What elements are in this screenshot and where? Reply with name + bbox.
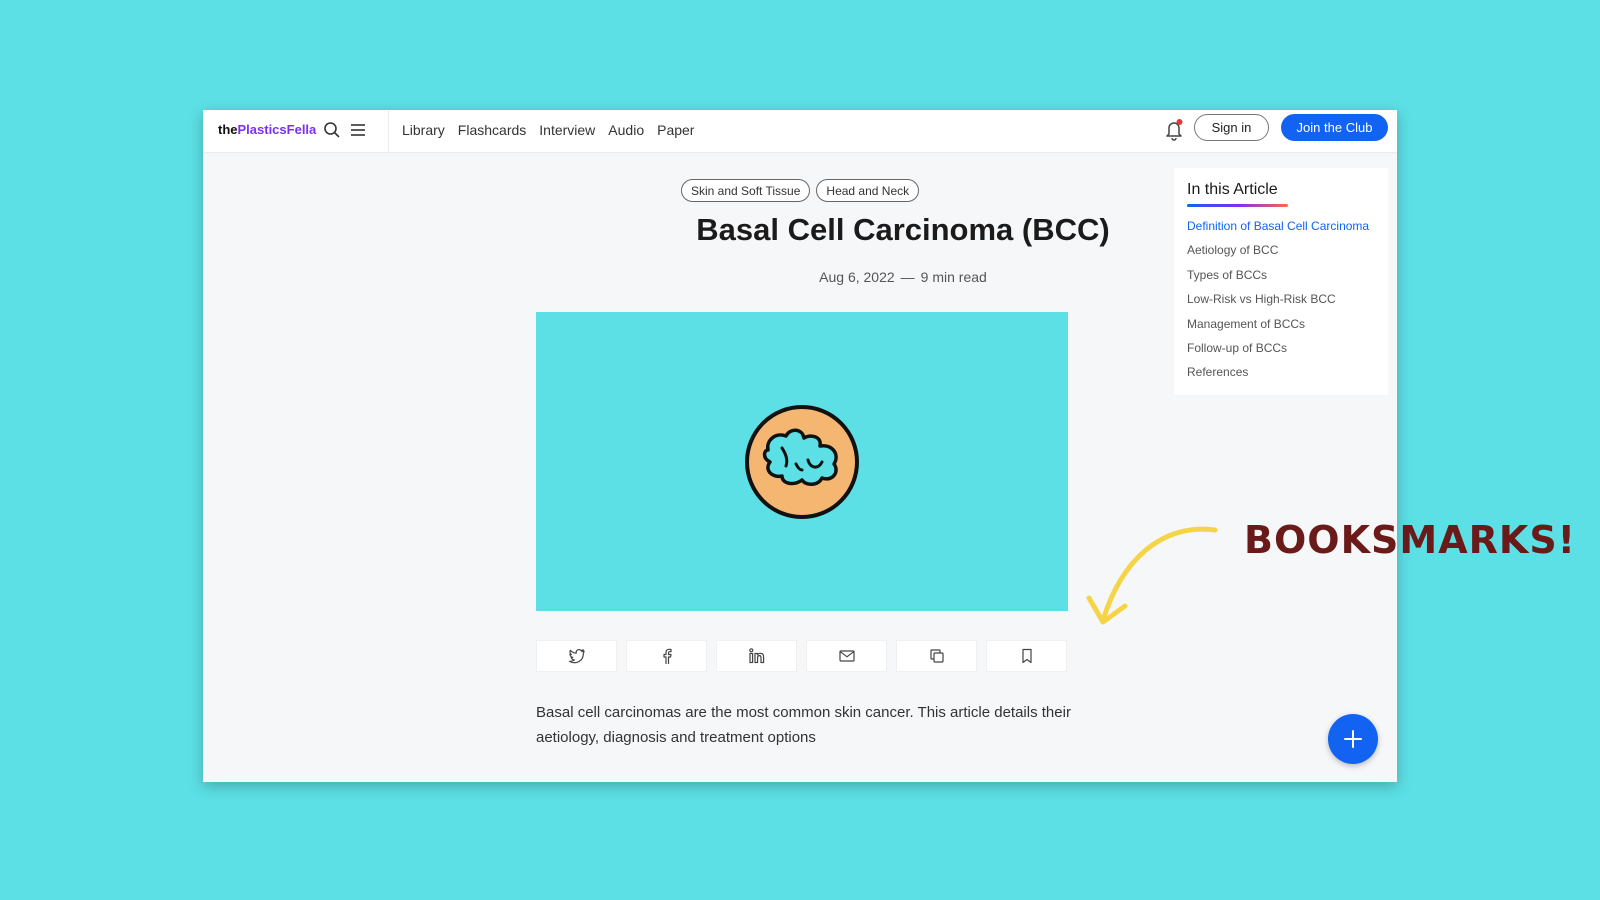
nav-audio[interactable]: Audio xyxy=(608,122,644,138)
tag-head-neck[interactable]: Head and Neck xyxy=(816,179,920,202)
toc-item-risk[interactable]: Low-Risk vs High-Risk BCC xyxy=(1187,291,1375,315)
facebook-icon xyxy=(662,648,672,664)
browser-window: thePlasticsFella Library Flashcards Inte… xyxy=(203,110,1397,782)
cell-illustration-icon xyxy=(745,405,859,519)
share-email-button[interactable] xyxy=(806,640,887,672)
logo-brand: PlasticsFella xyxy=(237,122,317,137)
search-icon[interactable] xyxy=(322,120,342,140)
toc-item-definition[interactable]: Definition of Basal Cell Carcinoma xyxy=(1187,218,1375,242)
annotation-arrow-icon xyxy=(1086,526,1218,625)
publish-date: Aug 6, 2022 xyxy=(819,269,895,285)
hero-image xyxy=(536,312,1068,611)
article-meta: Aug 6, 2022 — 9 min read xyxy=(603,269,1203,285)
bookmark-button[interactable] xyxy=(986,640,1067,672)
nav-flashcards[interactable]: Flashcards xyxy=(458,122,526,138)
site-logo[interactable]: thePlasticsFella xyxy=(218,122,316,137)
sign-in-button[interactable]: Sign in xyxy=(1194,114,1269,141)
share-twitter-button[interactable] xyxy=(536,640,617,672)
bookmarks-annotation: BOOKSMARKS! xyxy=(1244,518,1577,562)
add-fab-button[interactable] xyxy=(1328,714,1378,764)
nav-interview[interactable]: Interview xyxy=(539,122,595,138)
bell-icon[interactable] xyxy=(1163,118,1185,142)
share-facebook-button[interactable] xyxy=(626,640,707,672)
nav-paper[interactable]: Paper xyxy=(657,122,694,138)
toc-underline xyxy=(1187,204,1288,207)
tag-list: Skin and Soft Tissue Head and Neck xyxy=(681,179,920,202)
toc-item-types[interactable]: Types of BCCs xyxy=(1187,267,1375,291)
table-of-contents: In this Article Definition of Basal Cell… xyxy=(1174,168,1388,395)
toc-item-follow-up[interactable]: Follow-up of BCCs xyxy=(1187,340,1375,364)
toc-title: In this Article xyxy=(1187,181,1278,198)
copy-link-button[interactable] xyxy=(896,640,977,672)
menu-icon[interactable] xyxy=(348,120,368,140)
nav-divider xyxy=(388,110,389,153)
bookmark-icon xyxy=(1021,648,1032,664)
share-linkedin-button[interactable] xyxy=(716,640,797,672)
join-club-button[interactable]: Join the Club xyxy=(1281,114,1388,141)
linkedin-icon xyxy=(748,648,764,664)
logo-prefix: the xyxy=(218,122,238,137)
meta-separator: — xyxy=(900,269,915,285)
nav-library[interactable]: Library xyxy=(402,122,445,138)
mail-icon xyxy=(838,650,855,662)
article-intro: Basal cell carcinomas are the most commo… xyxy=(536,704,1071,746)
plus-icon xyxy=(1344,730,1362,748)
top-bar: thePlasticsFella Library Flashcards Inte… xyxy=(203,110,1397,153)
toc-item-management[interactable]: Management of BCCs xyxy=(1187,316,1375,340)
read-time: 9 min read xyxy=(920,269,987,285)
share-bar xyxy=(536,640,1067,672)
tag-skin-soft-tissue[interactable]: Skin and Soft Tissue xyxy=(681,179,811,202)
main-nav: Library Flashcards Interview Audio Paper xyxy=(402,122,694,138)
copy-icon xyxy=(929,649,944,663)
toc-item-references[interactable]: References xyxy=(1187,364,1375,388)
toc-item-aetiology[interactable]: Aetiology of BCC xyxy=(1187,242,1375,266)
twitter-icon xyxy=(568,648,585,664)
